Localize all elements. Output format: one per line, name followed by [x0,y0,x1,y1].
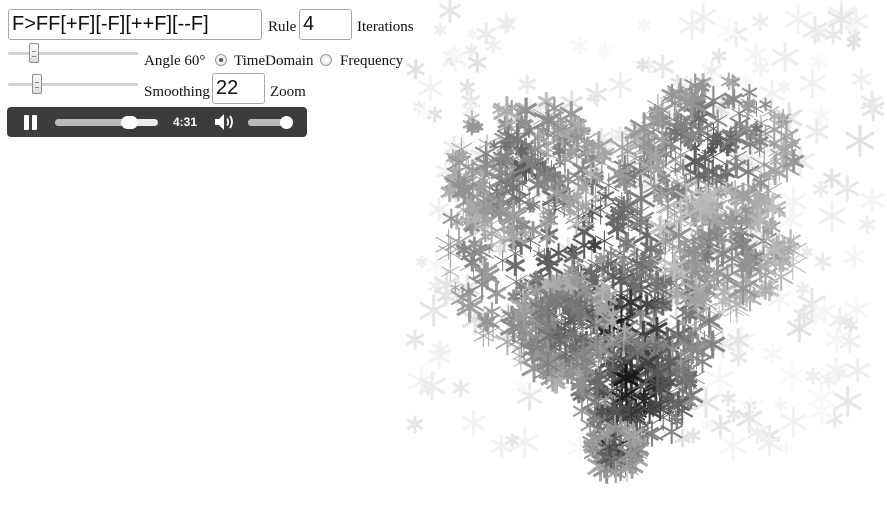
volume-slider[interactable] [248,116,293,129]
frequency-radio[interactable] [320,54,332,66]
timedomain-label: TimeDomain [234,53,314,69]
rule-label: Rule [268,19,297,35]
zoom-input[interactable] [212,73,265,104]
playback-progress-bar[interactable] [55,116,158,129]
frequency-label: Frequency [340,53,404,69]
angle-slider-thumb[interactable] [29,43,39,63]
volume-icon[interactable] [213,112,237,132]
zoom-label: Zoom [270,84,306,100]
pause-icon[interactable] [21,107,41,137]
playback-time: 4:31 [173,115,198,129]
playback-progress-knob[interactable] [121,116,138,129]
audio-player: 4:31 [7,107,307,137]
smoothing-slider[interactable] [8,74,138,94]
volume-knob[interactable] [280,116,293,129]
timedomain-radio[interactable] [215,54,227,66]
smoothing-label: Smoothing [144,84,210,100]
iterations-input[interactable] [299,9,352,40]
fractal-canvas [405,0,885,484]
angle-slider[interactable] [8,43,138,63]
playback-progress-fill [55,119,132,126]
rule-input[interactable] [8,9,262,40]
angle-label: Angle 60° [144,53,206,69]
smoothing-slider-thumb[interactable] [32,74,42,94]
